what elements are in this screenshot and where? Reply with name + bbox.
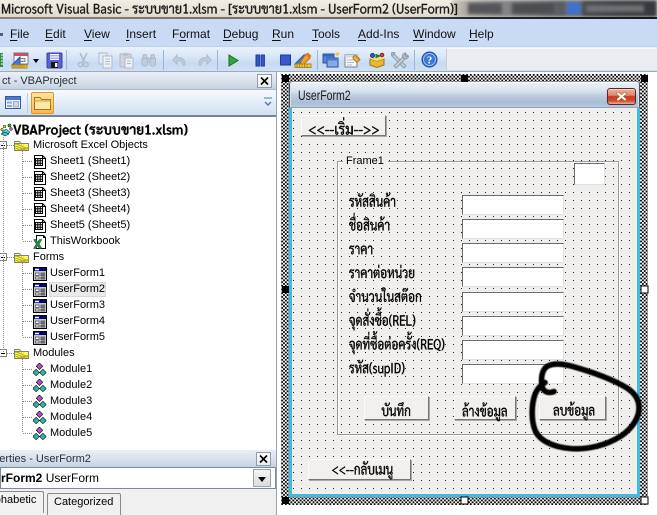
svg-text:?: ?	[427, 55, 433, 67]
